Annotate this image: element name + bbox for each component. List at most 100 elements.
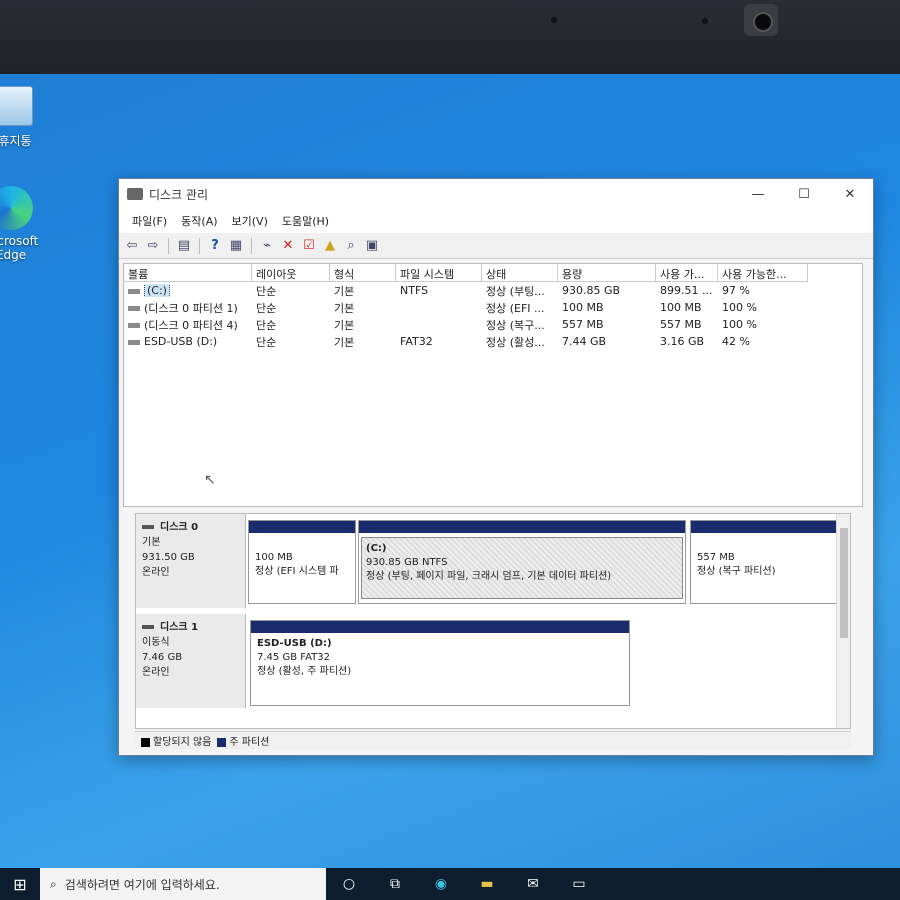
table-row[interactable]: ESD-USB (D:) 단순 기본 FAT32 정상 (활성... 7.44 … xyxy=(124,333,862,350)
table-row[interactable]: (디스크 0 파티션 4) 단순 기본 정상 (복구... 557 MB 557… xyxy=(124,316,862,333)
volume-status: 정상 (부팅... xyxy=(486,284,545,298)
toolbar-separator xyxy=(199,237,200,254)
console-tree-icon[interactable]: ▤ xyxy=(175,237,193,255)
help-icon[interactable]: ? xyxy=(206,237,224,255)
disk-size: 931.50 GB xyxy=(142,552,195,563)
partition-bar xyxy=(251,621,629,633)
recycle-bin-icon xyxy=(0,86,33,126)
partition-esd-usb[interactable]: ESD-USB (D:) 7.45 GB FAT32 정상 (활성, 주 파티션… xyxy=(250,620,630,706)
volume-type: 기본 xyxy=(334,335,355,349)
disk-type: 기본 xyxy=(142,537,161,548)
minimize-button[interactable]: — xyxy=(735,179,781,209)
taskbar-search[interactable]: ⌕ 검색하려면 여기에 입력하세요. xyxy=(40,868,326,900)
menu-help[interactable]: 도움말(H) xyxy=(275,213,336,229)
volume-icon xyxy=(128,306,140,311)
edge-taskbar-icon[interactable]: ◉ xyxy=(418,868,464,900)
volume-list: 볼륨 레이아웃 형식 파일 시스템 상태 용량 사용 가... 사용 가능한..… xyxy=(123,263,863,507)
properties-icon[interactable]: ▦ xyxy=(227,237,245,255)
disk-0-info[interactable]: 디스크 0 기본 931.50 GB 온라인 xyxy=(136,514,246,608)
partition-size: 557 MB xyxy=(697,552,735,563)
maximize-button[interactable]: ☐ xyxy=(781,179,827,209)
menu-file[interactable]: 파일(F) xyxy=(125,213,174,229)
task-view-icon[interactable]: ⧉ xyxy=(372,868,418,900)
column-header-filesystem[interactable]: 파일 시스템 xyxy=(396,264,482,282)
volume-type: 기본 xyxy=(334,301,355,315)
scrollbar-thumb[interactable] xyxy=(840,528,848,638)
partition-label xyxy=(255,537,349,551)
connect-drive-icon[interactable]: ⌁ xyxy=(258,237,276,255)
laptop-bezel xyxy=(0,0,900,74)
partition-bar xyxy=(359,521,685,533)
volume-percent-free: 100 % xyxy=(722,301,757,314)
volume-capacity: 557 MB xyxy=(562,318,604,331)
partition-status: 정상 (부팅, 페이지 파일, 크래시 덤프, 기본 데이터 파티션) xyxy=(366,571,612,582)
legend: 할당되지 않음 주 파티션 xyxy=(135,731,851,749)
view-list-icon[interactable]: ▣ xyxy=(363,237,381,255)
partition-size: 100 MB xyxy=(255,552,293,563)
column-header-status[interactable]: 상태 xyxy=(482,264,558,282)
volume-layout: 단순 xyxy=(256,301,277,315)
disk-name: 디스크 0 xyxy=(142,520,239,535)
title-bar[interactable]: 디스크 관리 — ☐ ✕ xyxy=(119,179,873,209)
partition-label: ESD-USB (D:) xyxy=(257,638,332,649)
webcam xyxy=(744,4,778,36)
taskbar: ⊞ ⌕ 검색하려면 여기에 입력하세요. ○ ⧉ ◉ ▬ ✉ ▭ xyxy=(0,868,900,900)
edge-label-line2: Edge xyxy=(0,248,27,262)
disk-management-icon xyxy=(127,188,143,200)
sensor-dot xyxy=(551,17,557,23)
disk-status: 온라인 xyxy=(142,667,170,678)
vertical-scrollbar[interactable] xyxy=(836,514,850,728)
disk-0-row: 디스크 0 기본 931.50 GB 온라인 100 MB 정상 (EFI 시스… xyxy=(136,514,838,608)
table-row[interactable]: (디스크 0 파티션 1) 단순 기본 정상 (EFI ... 100 MB 1… xyxy=(124,299,862,316)
disk-1-info[interactable]: 디스크 1 이동식 7.46 GB 온라인 xyxy=(136,614,246,708)
folder-up-icon[interactable]: ▲ xyxy=(321,237,339,255)
partition-efi[interactable]: 100 MB 정상 (EFI 시스템 파 xyxy=(248,520,356,604)
menu-view[interactable]: 보기(V) xyxy=(225,213,275,229)
toolbar-separator xyxy=(168,237,169,254)
legend-primary: 주 파티션 xyxy=(217,733,269,748)
column-header-capacity[interactable]: 용량 xyxy=(558,264,656,282)
recycle-bin-label: 휴지통 xyxy=(0,134,32,148)
toolbar: ⇦ ⇨ ▤ ? ▦ ⌁ ✕ ☑ ▲ ⌕ ▣ xyxy=(119,233,873,259)
edge-label-line1: Microsoft xyxy=(0,234,39,248)
volume-status: 정상 (활성... xyxy=(486,335,545,349)
column-header-layout[interactable]: 레이아웃 xyxy=(252,264,330,282)
disk-graphical-view: 디스크 0 기본 931.50 GB 온라인 100 MB 정상 (EFI 시스… xyxy=(135,513,851,729)
column-header-free-space[interactable]: 사용 가... xyxy=(656,264,718,282)
column-header-volume[interactable]: 볼륨 xyxy=(124,264,252,282)
mail-icon[interactable]: ✉ xyxy=(510,868,556,900)
sensor-dot xyxy=(702,18,708,24)
volume-type: 기본 xyxy=(334,318,355,332)
partition-c[interactable]: (C:) 930.85 GB NTFS 정상 (부팅, 페이지 파일, 크래시 … xyxy=(358,520,686,604)
table-row[interactable]: (C:) 단순 기본 NTFS 정상 (부팅... 930.85 GB 899.… xyxy=(124,282,862,299)
disk-type: 이동식 xyxy=(142,637,170,648)
partition-status: 정상 (복구 파티션) xyxy=(697,566,776,577)
disk-name: 디스크 1 xyxy=(142,620,239,635)
disk-management-window: 디스크 관리 — ☐ ✕ 파일(F) 동작(A) 보기(V) 도움말(H) ⇦ … xyxy=(118,178,874,756)
menu-action[interactable]: 동작(A) xyxy=(174,213,224,229)
volume-percent-free: 100 % xyxy=(722,318,757,331)
recycle-bin-shortcut[interactable]: 휴지통 xyxy=(0,86,50,149)
column-header-percent-free[interactable]: 사용 가능한... xyxy=(718,264,808,282)
cortana-icon[interactable]: ○ xyxy=(326,868,372,900)
partition-recovery[interactable]: 557 MB 정상 (복구 파티션) xyxy=(690,520,838,604)
forward-arrow-icon[interactable]: ⇨ xyxy=(144,237,162,255)
column-header-type[interactable]: 형식 xyxy=(330,264,396,282)
volume-name: (디스크 0 파티션 4) xyxy=(144,318,238,332)
check-icon[interactable]: ☑ xyxy=(300,237,318,255)
file-explorer-icon[interactable]: ▬ xyxy=(464,868,510,900)
edge-shortcut[interactable]: Microsoft Edge xyxy=(0,186,46,262)
partition-size: 7.45 GB FAT32 xyxy=(257,652,330,663)
search-icon[interactable]: ⌕ xyxy=(342,237,360,255)
partition-label xyxy=(697,537,831,551)
delete-icon[interactable]: ✕ xyxy=(279,237,297,255)
back-arrow-icon[interactable]: ⇦ xyxy=(123,237,141,255)
close-button[interactable]: ✕ xyxy=(827,179,873,209)
volume-percent-free: 42 % xyxy=(722,335,750,348)
disk-management-taskbar-icon[interactable]: ▭ xyxy=(556,868,602,900)
volume-capacity: 930.85 GB xyxy=(562,284,621,297)
partition-status: 정상 (활성, 주 파티션) xyxy=(257,666,352,677)
volume-status: 정상 (EFI ... xyxy=(486,301,545,315)
windows-start-icon[interactable]: ⊞ xyxy=(0,868,40,900)
primary-swatch xyxy=(217,737,227,747)
